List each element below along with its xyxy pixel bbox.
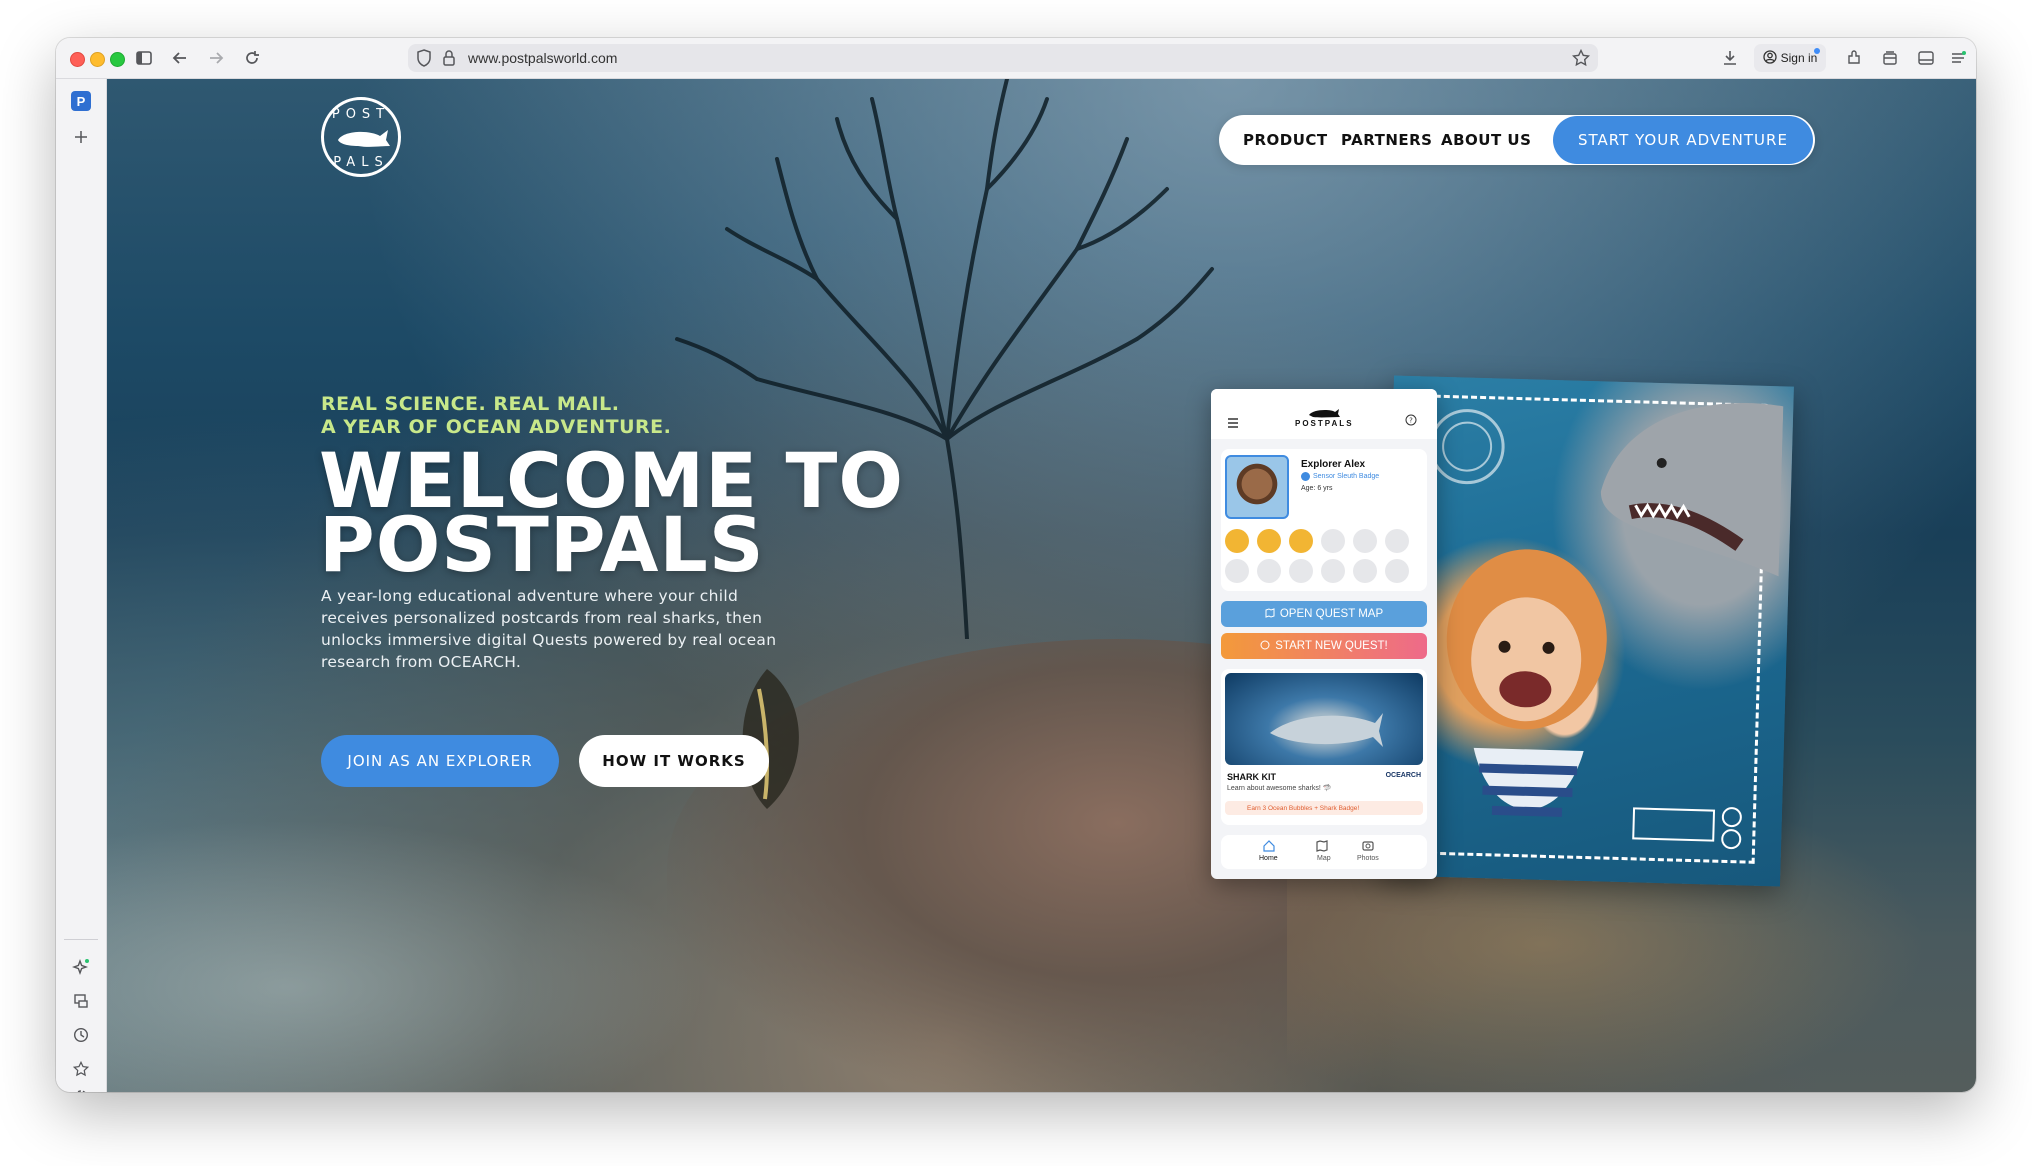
stamp-outline-icon [1632,807,1742,850]
shark-kit-card: SHARK KIT OCEARCH Learn about awesome sh… [1221,669,1427,825]
nav-partners-link[interactable]: PARTNERS [1341,131,1433,149]
earned-badge-3 [1289,529,1313,553]
explorer-age: Age: 6 yrs [1301,485,1333,492]
sidebar-toggle-icon[interactable] [132,46,156,70]
hero-tagline: REAL SCIENCE. REAL MAIL. A YEAR OF OCEAN… [321,393,671,439]
empty-badge-slot [1321,559,1345,583]
sidebar-panel-icon[interactable] [1914,46,1938,70]
shark-kit-description: Learn about awesome sharks! 🦈 [1227,785,1332,792]
start-new-quest-label: START NEW QUEST! [1275,640,1388,652]
tab-photos: Photos [1357,855,1379,862]
start-adventure-button[interactable]: START YOUR ADVENTURE [1553,116,1813,164]
bookmark-star-icon[interactable] [1571,48,1591,71]
postpals-homepage: POST PALS PRODUCT PARTNERS ABOUT US STAR… [107,79,1976,1092]
sign-in-label: Sign in [1780,51,1818,65]
start-new-quest-button: START NEW QUEST! [1221,633,1427,659]
settings-gear-icon[interactable] [69,1085,93,1092]
app-header: POSTPALS ? [1211,389,1437,439]
postpals-favicon: P [71,91,91,111]
shark-postcard-image [1380,375,1794,887]
empty-badge-slot [1225,559,1249,583]
app-brand: POSTPALS [1295,419,1354,428]
hero-title: WELCOME TO POSTPALS [319,443,904,583]
forward-arrow-icon[interactable] [204,46,228,70]
postpals-tab-icon[interactable]: P [69,89,93,113]
seafloor-sand [107,819,707,1092]
reload-icon[interactable] [240,46,264,70]
empty-badge-slot [1353,559,1377,583]
open-quest-map-label: OPEN QUEST MAP [1279,608,1384,620]
earned-badge-1 [1225,529,1249,553]
account-icon [1762,49,1777,67]
extensions-icon[interactable] [1842,46,1866,70]
earn-reward-banner: Earn 3 Ocean Bubbles + Shark Badge! [1225,801,1423,815]
ocearch-partner-label: OCEARCH [1385,772,1421,779]
browser-toolbar: www.postpalsworld.com Sign in [56,38,1976,79]
empty-badge-slot [1289,559,1313,583]
bookmarks-star-icon[interactable] [69,1057,93,1081]
address-bar[interactable]: www.postpalsworld.com [408,44,1598,72]
minimize-window-button[interactable] [90,52,105,67]
app-tab-bar: Home Map Photos [1221,835,1427,869]
open-quest-map-button: OPEN QUEST MAP [1221,601,1427,627]
url-text[interactable]: www.postpalsworld.com [468,50,617,66]
tab-map: Map [1317,855,1331,862]
how-it-works-button[interactable]: HOW IT WORKS [579,735,769,787]
menu-icon[interactable] [1946,46,1970,70]
tagline-line-1: REAL SCIENCE. REAL MAIL. [321,393,620,415]
postpals-whale-logo-icon: POST PALS [332,107,390,170]
app-whale-logo-icon [1309,409,1340,418]
shark-kit-shark-icon [1270,713,1383,747]
empty-badge-slot [1385,559,1409,583]
explorer-badge: Sensor Sleuth Badge [1313,473,1380,480]
shark-kit-image [1225,673,1423,765]
empty-badge-slot [1385,529,1409,553]
svg-text:PALS: PALS [333,155,388,170]
earn-reward-text: Earn 3 Ocean Bubbles + Shark Badge! [1247,804,1360,812]
earned-badge-2 [1257,529,1281,553]
nav-about-link[interactable]: ABOUT US [1441,131,1531,149]
shark-kit-title: SHARK KIT [1227,772,1276,782]
child-swimming-illustration [1446,549,1607,817]
notification-dot [1814,48,1820,54]
quest-icon [1260,640,1270,653]
explorer-name: Explorer Alex [1301,459,1366,470]
lock-icon [442,49,456,71]
empty-badge-slot [1257,559,1281,583]
ai-sparkle-icon[interactable] [69,955,93,979]
synced-tabs-icon[interactable] [69,989,93,1013]
empty-badge-slot [1353,529,1377,553]
explorer-avatar [1225,455,1289,519]
new-tab-plus-icon[interactable] [69,125,93,149]
hero-description: A year-long educational adventure where … [321,587,777,671]
sidebar-divider [64,939,98,940]
empty-badge-slot [1321,529,1345,553]
close-window-button[interactable] [70,52,85,67]
postpals-logo[interactable]: POST PALS [321,97,401,177]
browser-window: www.postpalsworld.com Sign in P POST PAL… [56,38,1976,1092]
library-icon[interactable] [1878,46,1902,70]
svg-text:?: ? [1409,417,1413,425]
badge-icon [1301,472,1310,481]
app-screen-mockup: POSTPALS ? Explorer Alex Sensor Sleuth B… [1211,389,1437,879]
join-explorer-button[interactable]: JOIN AS AN EXPLORER [321,735,559,787]
explorer-profile-card: Explorer Alex Sensor Sleuth Badge Age: 6… [1221,449,1427,591]
download-icon[interactable] [1718,46,1742,70]
history-clock-icon[interactable] [69,1023,93,1047]
hamburger-menu-icon [1227,415,1239,433]
zoom-window-button[interactable] [110,52,125,67]
tab-home: Home [1259,855,1278,862]
shield-icon[interactable] [416,49,432,71]
back-arrow-icon[interactable] [168,46,192,70]
browser-sidebar: P [56,79,107,1092]
map-icon [1265,607,1275,621]
svg-text:POST: POST [332,107,390,122]
help-icon: ? [1405,413,1417,431]
main-nav: PRODUCT PARTNERS ABOUT US START YOUR ADV… [1219,115,1815,165]
nav-product-link[interactable]: PRODUCT [1243,131,1328,149]
sign-in-button[interactable]: Sign in [1754,44,1826,72]
